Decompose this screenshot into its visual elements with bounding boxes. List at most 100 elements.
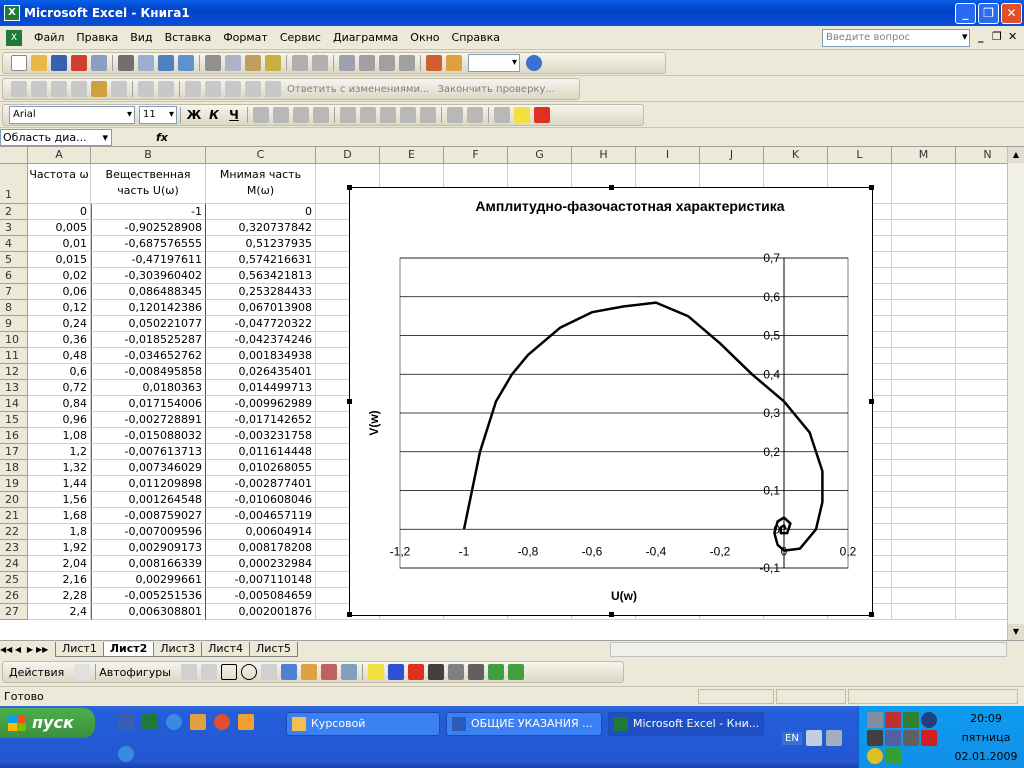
quicklaunch-media-icon[interactable] [214, 714, 230, 730]
cell-c[interactable]: 0,320737842 [206, 220, 316, 236]
empty-cell[interactable] [892, 284, 956, 300]
row-header[interactable]: 1 [0, 164, 28, 204]
print-icon[interactable] [118, 55, 134, 71]
horizontal-scrollbar[interactable] [610, 642, 1007, 657]
cell-b[interactable]: -0,007613713 [91, 444, 206, 460]
cell-a[interactable]: 2,16 [28, 572, 91, 588]
cell-b[interactable]: -0,303960402 [91, 268, 206, 284]
cell-b[interactable]: -0,015088032 [91, 428, 206, 444]
undo-icon[interactable] [292, 55, 308, 71]
clock-time[interactable]: 20:09 [951, 712, 1021, 725]
cell-b[interactable]: 0,007346029 [91, 460, 206, 476]
column-header[interactable]: C [206, 147, 316, 164]
next-comment-icon[interactable] [51, 81, 67, 97]
tray-arrow-icon[interactable] [885, 748, 901, 764]
cell-b[interactable]: 0,006308801 [91, 604, 206, 620]
row-header[interactable]: 25 [0, 572, 28, 588]
cell-b[interactable]: -0,018525287 [91, 332, 206, 348]
empty-cell[interactable] [892, 428, 956, 444]
hyperlink-icon[interactable] [339, 55, 355, 71]
autosum-icon[interactable] [359, 55, 375, 71]
cell-b[interactable]: -0,008759027 [91, 508, 206, 524]
cell-a[interactable]: 0,48 [28, 348, 91, 364]
row-header[interactable]: 4 [0, 236, 28, 252]
show-comment-icon[interactable] [71, 81, 87, 97]
shadow-icon[interactable] [487, 664, 504, 680]
doc-close-button[interactable]: ✕ [1008, 30, 1017, 43]
reply-icon[interactable] [265, 81, 281, 97]
cell-b[interactable]: 0,0180363 [91, 380, 206, 396]
cell-a[interactable]: 0,96 [28, 412, 91, 428]
wordart-icon[interactable] [280, 664, 297, 680]
scroll-up-icon[interactable]: ▲ [1008, 147, 1024, 163]
cell-a[interactable]: 2,28 [28, 588, 91, 604]
menu-file[interactable]: Файл [28, 31, 70, 44]
chart-selection-handle[interactable] [609, 185, 614, 190]
cell-c[interactable]: 0,002001876 [206, 604, 316, 620]
italic-button[interactable]: К [204, 108, 224, 122]
cell-a[interactable]: 0,24 [28, 316, 91, 332]
cell-c[interactable]: 0,00604914 [206, 524, 316, 540]
ask-question-input[interactable]: Введите вопрос [822, 29, 970, 47]
sort-descending-icon[interactable] [399, 55, 415, 71]
empty-cell[interactable] [892, 204, 956, 220]
cell-a[interactable]: 1,44 [28, 476, 91, 492]
row-header[interactable]: 6 [0, 268, 28, 284]
next-sheet-icon[interactable]: ▶ [24, 645, 36, 654]
cell-c[interactable]: -0,047720322 [206, 316, 316, 332]
tray-printer-icon[interactable] [867, 712, 883, 728]
tray-speaker-icon[interactable] [867, 748, 883, 764]
cell-b[interactable]: -0,002728891 [91, 412, 206, 428]
vertical-scrollbar[interactable]: ▲ ▼ [1007, 147, 1024, 640]
menu-help[interactable]: Справка [446, 31, 506, 44]
sort-ascending-icon[interactable] [379, 55, 395, 71]
language-indicator[interactable]: EN [782, 732, 802, 745]
restore-button[interactable]: ❐ [978, 2, 999, 24]
cell-a[interactable]: 1,2 [28, 444, 91, 460]
prev-comment-icon[interactable] [31, 81, 47, 97]
row-header[interactable]: 11 [0, 348, 28, 364]
new-comment-icon[interactable] [11, 81, 27, 97]
row-header[interactable]: 18 [0, 460, 28, 476]
close-button[interactable]: ✕ [1001, 2, 1022, 24]
cell-a[interactable]: 0,015 [28, 252, 91, 268]
line-icon[interactable] [180, 664, 197, 680]
cell-c[interactable]: 0,000232984 [206, 556, 316, 572]
empty-cell[interactable] [892, 588, 956, 604]
menu-format[interactable]: Формат [217, 31, 274, 44]
row-header[interactable]: 15 [0, 412, 28, 428]
oval-icon[interactable] [240, 664, 257, 680]
column-header[interactable]: E [380, 147, 444, 164]
empty-cell[interactable] [892, 444, 956, 460]
3d-icon[interactable] [507, 664, 524, 680]
empty-cell[interactable] [892, 572, 956, 588]
arrow-style-icon[interactable] [467, 664, 484, 680]
borders-icon[interactable] [494, 107, 510, 123]
update-icon[interactable] [205, 81, 221, 97]
spelling-icon[interactable] [158, 55, 174, 71]
menu-insert[interactable]: Вставка [159, 31, 218, 44]
excel-app-icon[interactable]: X [4, 5, 20, 21]
row-header[interactable]: 16 [0, 428, 28, 444]
row-header[interactable]: 9 [0, 316, 28, 332]
column-header[interactable]: A [28, 147, 91, 164]
cell-c[interactable]: 0 [206, 204, 316, 220]
cell-c[interactable]: -0,010608046 [206, 492, 316, 508]
cell-c[interactable]: -0,004657119 [206, 508, 316, 524]
column-header[interactable]: F [444, 147, 508, 164]
cell-b[interactable]: -0,034652762 [91, 348, 206, 364]
row-header[interactable]: 19 [0, 476, 28, 492]
tray-globe-icon[interactable] [885, 730, 901, 746]
cell-c[interactable]: -0,002877401 [206, 476, 316, 492]
cell-c[interactable]: 0,563421813 [206, 268, 316, 284]
quicklaunch-clock-icon[interactable] [238, 714, 254, 730]
chart-selection-handle[interactable] [869, 399, 874, 404]
chart-area[interactable]: Амплитудно-фазочастотная характеристика -… [347, 185, 874, 617]
currency-icon[interactable] [340, 107, 356, 123]
research-icon[interactable] [178, 55, 194, 71]
track-icon[interactable] [185, 81, 201, 97]
column-header[interactable]: I [636, 147, 700, 164]
cell-a[interactable]: 0,72 [28, 380, 91, 396]
cell-c[interactable]: -0,003231758 [206, 428, 316, 444]
row-header[interactable]: 7 [0, 284, 28, 300]
